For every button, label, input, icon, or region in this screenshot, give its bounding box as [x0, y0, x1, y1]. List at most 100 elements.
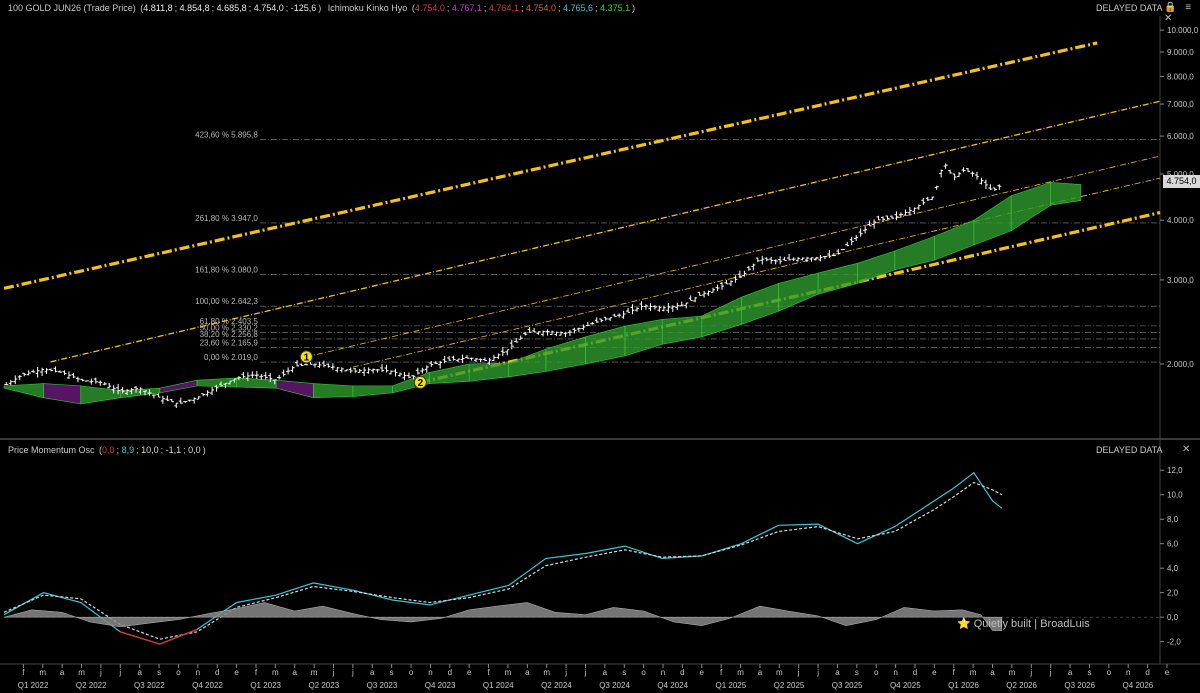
x-axis-month-label: a — [60, 668, 65, 677]
x-axis-month-label: d — [913, 668, 917, 677]
indicator-name: Ichimoku Kinko Hyo — [327, 3, 408, 13]
x-axis-month-label: j — [351, 668, 354, 677]
ichimoku-cloud-segment — [275, 379, 314, 399]
ichimoku-cloud-segment — [741, 282, 779, 325]
instrument-title: 100 GOLD JUN26 (Trade Price) — [8, 3, 136, 13]
osc-y-axis-label: 2,0 — [1167, 589, 1179, 598]
x-axis-month-label: s — [855, 668, 859, 677]
x-axis-month-label: n — [661, 668, 665, 677]
ichimoku-cloud-segment — [159, 379, 198, 394]
osc-y-axis-label: -2,0 — [1167, 638, 1181, 647]
ichimoku-cloud-segment — [778, 272, 819, 312]
x-axis-month-label: f — [22, 668, 25, 677]
x-axis-quarter-label: Q1 2025 — [716, 681, 747, 690]
y-axis-label: 8.000,0 — [1167, 72, 1194, 81]
x-axis-quarter-label: Q3 2025 — [832, 681, 863, 690]
fib-level-label: 100,00 % 2.642,3 — [195, 297, 258, 306]
x-axis-month-label: m — [505, 668, 512, 677]
x-axis-month-label: a — [603, 668, 608, 677]
hamburger-icon[interactable]: ≡ — [1185, 2, 1191, 13]
ohlc-low: 4.685,8 — [216, 3, 247, 13]
x-axis-month-label: a — [758, 668, 763, 677]
osc-value-3: 10,0 — [141, 445, 159, 455]
x-axis-quarter-label: Q2 2024 — [541, 681, 572, 690]
x-axis-month-label: m — [311, 668, 318, 677]
ichimoku-cloud-segment — [468, 362, 510, 382]
x-axis-month-label: m — [543, 668, 550, 677]
osc-y-axis-label: 6,0 — [1167, 540, 1179, 549]
ichimoku-cloud-segment — [973, 195, 1012, 246]
x-axis-quarter-label: Q1 2023 — [250, 681, 281, 690]
x-axis-quarter-label: Q1 2026 — [948, 681, 979, 690]
x-axis-month-label: j — [584, 668, 587, 677]
x-axis-month-label: e — [234, 668, 239, 677]
ichimoku-cloud-segment — [661, 315, 703, 345]
ohlc-change: -125,6 — [290, 3, 317, 13]
close-icon[interactable]: ✕ — [1182, 444, 1190, 455]
y-axis-label: 6.000,0 — [1167, 132, 1194, 141]
y-axis-label: 10.000,0 — [1167, 26, 1199, 35]
y-axis-label: 7.000,0 — [1167, 100, 1194, 109]
ichimoku-cloud-segment — [352, 385, 393, 397]
y-axis-label: 9.000,0 — [1167, 48, 1194, 57]
x-axis-month-label: n — [196, 668, 200, 677]
ichimoku-value-2: 4.767,1 — [451, 3, 482, 13]
lock-icon[interactable]: 🔒 — [1164, 2, 1176, 13]
x-axis-month-label: s — [1087, 668, 1091, 677]
ohlc-open: 4.811,8 — [143, 3, 173, 13]
x-axis-quarter-label: Q3 2026 — [1064, 681, 1095, 690]
fib-level-label: 161,80 % 3.080,0 — [195, 265, 258, 274]
osc-y-axis-label: 12,0 — [1167, 466, 1183, 475]
x-axis-month-label: j — [797, 668, 800, 677]
x-axis-quarter-label: Q3 2022 — [134, 681, 165, 690]
chart-canvas[interactable]: 10.000,09.000,08.000,07.000,06.000,05.00… — [0, 0, 1200, 693]
ichimoku-value-6: 4.375,1 — [600, 3, 631, 13]
x-axis-quarter-label: Q2 2023 — [308, 681, 339, 690]
osc-value-1: 0,0 — [102, 445, 115, 455]
x-axis-month-label: f — [487, 668, 490, 677]
oscillator-title: Price Momentum Osc — [8, 445, 95, 455]
watermark-text: ⭐ Quietly built | BroadLuis — [957, 618, 1090, 630]
ichimoku-value-1: 4.754,0 — [414, 3, 445, 13]
x-axis-quarter-label: Q2 2025 — [774, 681, 805, 690]
fib-level-label: 423,60 % 5.895,8 — [195, 131, 258, 140]
x-axis-month-label: j — [118, 668, 121, 677]
x-axis-month-label: d — [680, 668, 684, 677]
x-axis-month-label: n — [893, 668, 897, 677]
x-axis-month-label: j — [816, 668, 819, 677]
x-axis-month-label: j — [332, 668, 335, 677]
x-axis-month-label: m — [78, 668, 85, 677]
x-axis-month-label: a — [525, 668, 530, 677]
close-icon[interactable]: ✕ — [1164, 13, 1172, 24]
fib-level-label: 261,80 % 3.947,0 — [195, 214, 258, 223]
price-chart-header: 100 GOLD JUN26 (Trade Price) (4.811,8; 4… — [8, 3, 636, 13]
x-axis-month-label: j — [99, 668, 102, 677]
wave-marker-label: 2 — [418, 378, 424, 389]
x-axis-quarter-label: Q4 2024 — [657, 681, 688, 690]
osc-y-axis-label: 0,0 — [1167, 613, 1179, 622]
ichimoku-cloud-segment — [817, 262, 858, 295]
ichimoku-value-5: 4.765,6 — [563, 3, 594, 13]
fib-level-label: 0,00 % 2.019,0 — [204, 353, 258, 362]
x-axis-month-label: n — [428, 668, 432, 677]
ichimoku-cloud-segment — [624, 319, 663, 357]
oscillator-header: Price Momentum Osc (0,0; 8,9; 10,0; -1,1… — [8, 445, 206, 455]
ichimoku-cloud-segment — [894, 235, 935, 271]
x-axis-month-label: a — [990, 668, 995, 677]
x-axis-month-label: d — [1145, 668, 1149, 677]
last-price-tag: 4.754,0 — [1163, 175, 1200, 188]
x-axis-month-label: a — [835, 668, 840, 677]
x-axis-month-label: f — [953, 668, 956, 677]
x-axis-month-label: a — [370, 668, 375, 677]
ichimoku-cloud-segment — [701, 296, 742, 338]
x-axis-month-label: o — [409, 668, 414, 677]
osc-bearish-segment — [120, 628, 198, 645]
ichimoku-cloud-segment — [545, 336, 586, 372]
x-axis-month-label: e — [1165, 668, 1170, 677]
x-axis-month-label: o — [874, 668, 879, 677]
x-axis-month-label: o — [176, 668, 181, 677]
x-axis-month-label: j — [1029, 668, 1032, 677]
x-axis-quarter-label: Q4 2025 — [890, 681, 921, 690]
x-axis-quarter-label: Q2 2026 — [1006, 681, 1037, 690]
ichimoku-cloud-segment — [857, 250, 896, 284]
